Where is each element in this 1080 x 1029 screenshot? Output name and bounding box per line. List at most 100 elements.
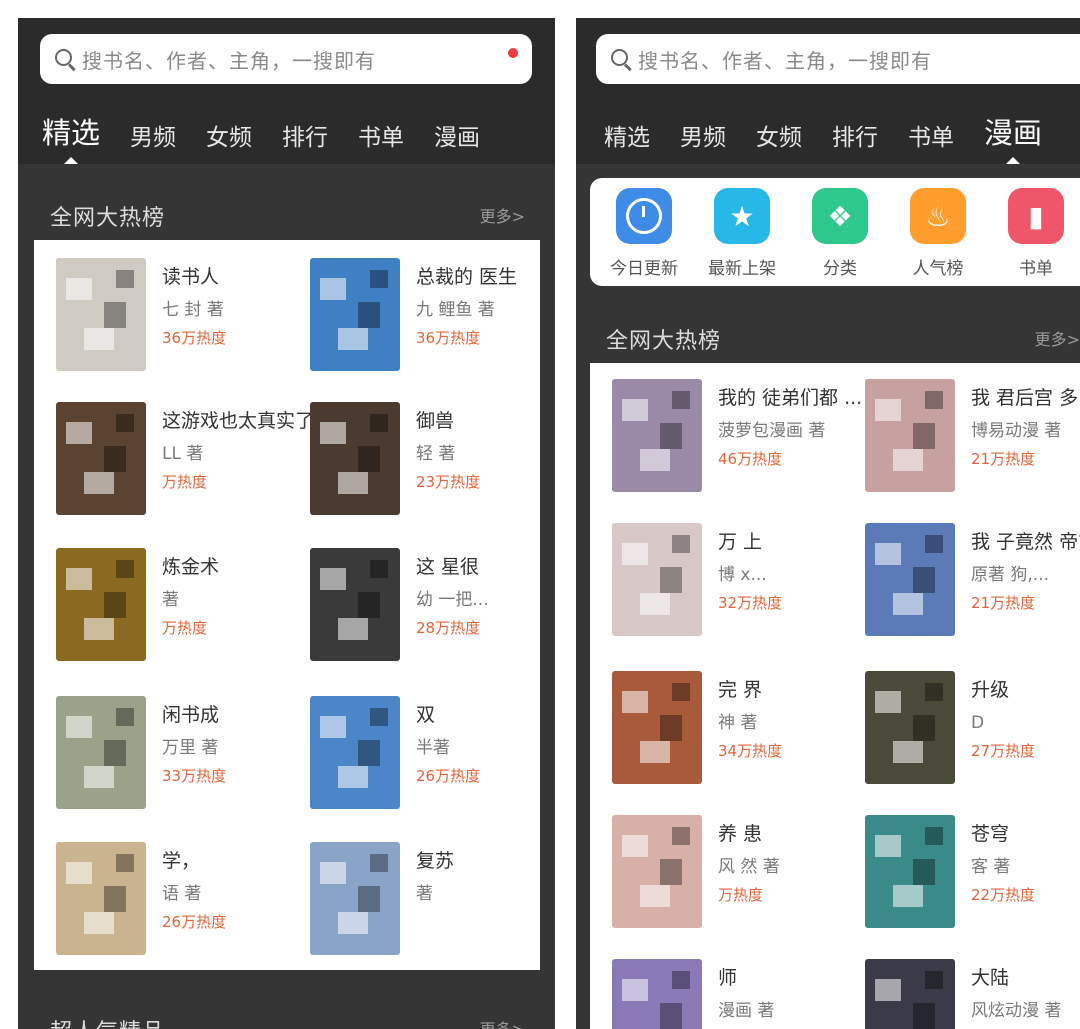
book-meta: 我 君后宫 多博易动漫 著 21万热度 [971,385,1080,470]
book-author: 万里 著 [162,738,219,758]
book-item[interactable]: 我 君后宫 多博易动漫 著 21万热度 [865,379,1080,499]
tab-featured[interactable]: 精选 [42,110,100,166]
book-cover [56,548,146,661]
book-author: 博 x... [718,565,767,585]
quick-new-arrivals[interactable]: ★ 最新上架 [702,188,782,279]
book-heat: 23万热度 [416,473,481,491]
book-author: 博易动漫 著 [971,421,1062,441]
book-item[interactable]: 读书人七 封 著 36万热度 [56,258,306,378]
tab-male[interactable]: 男频 [680,118,726,164]
book-author: 著 [416,884,433,904]
tab-featured[interactable]: 精选 [604,118,650,164]
tab-booklist[interactable]: 书单 [358,118,404,164]
quick-popular[interactable]: ♨ 人气榜 [898,188,978,279]
book-author: 半著 [416,738,450,758]
book-item[interactable]: 炼金术著万热度 [56,548,306,668]
next-more-link[interactable]: 更多> [480,1016,525,1029]
book-heat: 27万热度 [971,742,1036,760]
book-heat: 28万热度 [416,619,481,637]
category-grid-icon: ❖ [812,188,868,244]
quick-booklist[interactable]: ▮ 书单 [996,188,1076,279]
tab-comics[interactable]: 漫画 [434,118,480,164]
book-heat: 36万热度 [416,329,481,347]
book-item[interactable]: 升级 D 27万热度 [865,671,1080,791]
tab-comics[interactable]: 漫画 [984,110,1042,166]
more-link[interactable]: 更多> [1035,326,1080,350]
book-cover [56,258,146,371]
flame-icon: ♨ [910,188,966,244]
book-item[interactable]: 师漫画 著 [612,959,862,1029]
tab-ranking[interactable]: 排行 [282,118,328,164]
book-title: 万 上 [718,531,763,553]
more-link[interactable]: 更多> [480,203,525,227]
book-cover [865,379,955,492]
book-meta: 炼金术著万热度 [162,554,312,639]
book-heat: 21万热度 [971,450,1036,468]
book-item[interactable]: 我的 徒弟们都 ... 菠萝包漫画 著 46万热度 [612,379,862,499]
book-title: 养 患 [718,823,763,845]
book-cover [612,379,702,492]
quick-categories[interactable]: ❖ 分类 [800,188,880,279]
book-title: 升级 [971,679,1010,701]
book-title: 这 星很 [416,556,480,578]
book-item[interactable]: 苍穹客 著 22万热度 [865,815,1080,935]
search-icon [610,48,632,72]
book-author: 著 [162,590,179,610]
book-item[interactable]: 这 星很幼 一把... 28万热度 [310,548,555,668]
book-item[interactable]: 这游戏也太真实了 LL 著万热度 [56,402,312,522]
book-author: 神 著 [718,713,758,733]
book-item[interactable]: 闲书成万里 著 33万热度 [56,696,306,816]
search-bar[interactable]: 搜书名、作者、主角，一搜即有 [596,34,1080,84]
book-title: 读书人 [162,266,220,288]
book-item[interactable]: 御兽轻 著 23万热度 [310,402,555,522]
book-title: 炼金术 [162,556,220,578]
category-tabs: 精选 男频 女频 排行 书单 漫画 [42,108,510,166]
book-cover [310,402,400,515]
search-placeholder: 搜书名、作者、主角，一搜即有 [82,48,376,73]
next-section-title: 超人气精品 [50,1014,165,1029]
search-bar[interactable]: 搜书名、作者、主角，一搜即有 [40,34,532,84]
hot-list-grid: 读书人七 封 著 36万热度 总裁的 医生九 鲤鱼 著 36万热度 这游戏也太真实了 LL… [34,240,540,970]
book-cover [56,696,146,809]
book-author: 七 封 著 [162,300,224,320]
book-item[interactable]: 完 界神 著 34万热度 [612,671,862,791]
book-meta: 大陆 风炫动漫 著 [971,965,1080,1028]
book-item[interactable]: 万 上博 x... 32万热度 [612,523,862,643]
bookmark-book-icon: ▮ [1008,188,1064,244]
book-item[interactable]: 我 子竟然 帝? 原著 狗,... 21万热度 [865,523,1080,643]
book-author: 幼 一把... [416,590,489,610]
book-item[interactable]: 总裁的 医生九 鲤鱼 著 36万热度 [310,258,555,378]
book-meta: 完 界神 著 34万热度 [718,677,868,762]
book-heat: 33万热度 [162,767,227,785]
tab-female[interactable]: 女频 [206,118,252,164]
tab-female[interactable]: 女频 [756,118,802,164]
book-heat: 26万热度 [162,913,227,931]
book-author: 语 著 [162,884,202,904]
book-item[interactable]: 双半著 26万热度 [310,696,555,816]
book-title: 完 界 [718,679,763,701]
book-meta: 这游戏也太真实了 LL 著万热度 [162,408,312,493]
search-placeholder: 搜书名、作者、主角，一搜即有 [638,48,932,73]
book-heat: 万热度 [162,619,208,637]
book-meta: 我的 徒弟们都 ... 菠萝包漫画 著 46万热度 [718,385,868,470]
tab-ranking[interactable]: 排行 [832,118,878,164]
book-item[interactable]: 复苏著 [310,842,555,962]
search-icon [54,48,76,72]
tab-booklist[interactable]: 书单 [908,118,954,164]
quick-today-update[interactable]: 今日更新 [604,188,684,279]
book-meta: 升级 D 27万热度 [971,677,1080,762]
book-author: 轻 著 [416,444,456,464]
notification-dot [508,48,518,58]
tab-male[interactable]: 男频 [130,118,176,164]
book-title: 学， [162,850,201,872]
category-tabs: 精选 男频 女频 排行 书单 漫画 [604,108,1072,166]
book-title: 我的 徒弟们都 ... [718,387,863,409]
book-title: 闲书成 [162,704,220,726]
book-item[interactable]: 养 患风 然 著万热度 [612,815,862,935]
book-title: 我 子竟然 帝? [971,531,1080,553]
book-item[interactable]: 学， 语 著 26万热度 [56,842,306,962]
book-heat: 34万热度 [718,742,783,760]
book-item[interactable]: 大陆 风炫动漫 著 [865,959,1080,1029]
book-author: 客 著 [971,857,1011,877]
book-meta: 闲书成万里 著 33万热度 [162,702,312,787]
